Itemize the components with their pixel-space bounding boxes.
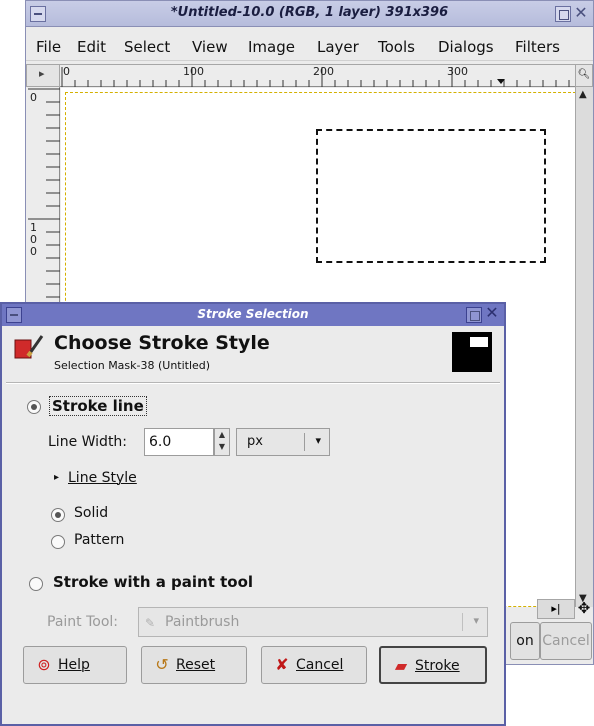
dialog-heading: Choose Stroke Style bbox=[54, 332, 270, 354]
stroke-button-label: Stroke bbox=[415, 658, 460, 674]
vruler-label-3: 0 bbox=[30, 245, 37, 258]
unit-select-value: px bbox=[247, 434, 263, 449]
menu-tools[interactable]: Tools bbox=[378, 38, 415, 56]
menu-edit[interactable]: Edit bbox=[77, 38, 106, 56]
stroke-paint-tool-label[interactable]: Stroke with a paint tool bbox=[53, 573, 253, 591]
menu-file[interactable]: File bbox=[36, 38, 61, 56]
stroke-paint-tool-radio[interactable] bbox=[29, 577, 43, 591]
image-window-title: *Untitled-10.0 (RGB, 1 layer) 391x396 bbox=[170, 5, 449, 20]
solid-label[interactable]: Solid bbox=[74, 505, 108, 521]
stroke-button[interactable]: ▰ Stroke bbox=[379, 646, 487, 684]
dialog-title: Stroke Selection bbox=[197, 307, 309, 321]
line-width-input[interactable]: 6.0 bbox=[144, 428, 214, 456]
menu-image[interactable]: Image bbox=[248, 38, 295, 56]
help-button-label: Help bbox=[58, 657, 90, 673]
paintbrush-icon: ✎ bbox=[145, 616, 156, 630]
stroke-line-label[interactable]: Stroke line bbox=[49, 396, 147, 416]
vertical-scrollbar[interactable]: ▲ ▼ bbox=[575, 87, 593, 607]
solid-radio[interactable] bbox=[51, 508, 65, 522]
line-style-expander[interactable]: Line Style bbox=[68, 470, 137, 486]
ok-button-partial[interactable]: on bbox=[510, 622, 540, 660]
menu-select[interactable]: Select bbox=[124, 38, 170, 56]
stroke-brush-icon bbox=[14, 335, 44, 359]
dialog-titlebar[interactable]: Stroke Selection ✕ bbox=[2, 304, 504, 326]
close-icon[interactable]: ✕ bbox=[573, 5, 589, 22]
header-separator bbox=[6, 382, 500, 384]
reset-button-label: Reset bbox=[176, 657, 216, 673]
paint-tool-label: Paint Tool: bbox=[47, 614, 119, 630]
dialog-menu-icon[interactable] bbox=[6, 307, 22, 323]
quick-mask-toggle[interactable] bbox=[26, 64, 60, 87]
line-width-label: Line Width: bbox=[48, 434, 128, 450]
selection-preview bbox=[452, 332, 492, 372]
stroke-brush-icon: ▰ bbox=[394, 656, 408, 675]
menubar: File Edit Select View Image Layer Tools … bbox=[26, 27, 593, 61]
zoom-icon[interactable]: 🔍︎ bbox=[575, 64, 593, 87]
help-button[interactable]: ⊚ Help bbox=[23, 646, 127, 684]
hruler-label-200: 200 bbox=[313, 65, 334, 78]
reset-button[interactable]: ↺ Reset bbox=[141, 646, 247, 684]
chevron-down-icon: ▾ bbox=[473, 614, 479, 627]
cancel-button[interactable]: ✘ Cancel bbox=[261, 646, 367, 684]
horizontal-ruler[interactable]: 0 100 200 300 bbox=[60, 64, 577, 87]
unit-select-divider bbox=[304, 433, 305, 451]
paint-tool-select-value: Paintbrush bbox=[165, 614, 240, 630]
menu-layer[interactable]: Layer bbox=[317, 38, 359, 56]
stroke-line-radio[interactable] bbox=[27, 400, 41, 414]
dialog-header: Choose Stroke Style Selection Mask-38 (U… bbox=[2, 326, 504, 382]
menu-view[interactable]: View bbox=[192, 38, 228, 56]
hruler-label-100: 100 bbox=[183, 65, 204, 78]
reset-icon: ↺ bbox=[155, 655, 169, 674]
vruler-label-0: 0 bbox=[30, 91, 37, 104]
cancel-button-label: Cancel bbox=[296, 657, 344, 673]
line-width-stepper[interactable]: ▲ ▼ bbox=[214, 428, 230, 456]
dialog-subheading: Selection Mask-38 (Untitled) bbox=[54, 359, 211, 372]
image-window-titlebar[interactable]: *Untitled-10.0 (RGB, 1 layer) 391x396 ✕ bbox=[26, 1, 593, 27]
menu-dialogs[interactable]: Dialogs bbox=[438, 38, 494, 56]
dialog-close-icon[interactable]: ✕ bbox=[484, 305, 500, 322]
expander-arrow-icon[interactable]: ▸ bbox=[54, 472, 59, 483]
paint-tool-select-divider bbox=[462, 613, 463, 631]
help-lifebuoy-icon: ⊚ bbox=[37, 655, 51, 674]
paint-tool-select[interactable]: ✎ Paintbrush ▾ bbox=[138, 607, 488, 637]
selection-marquee bbox=[316, 129, 546, 263]
chevron-down-icon: ▾ bbox=[315, 434, 321, 447]
cancel-button-background[interactable]: Cancel bbox=[540, 622, 592, 660]
hruler-label-300: 300 bbox=[447, 65, 468, 78]
cancel-x-icon: ✘ bbox=[275, 655, 289, 674]
stroke-selection-dialog: Stroke Selection ✕ Choose Stroke Style S… bbox=[0, 302, 506, 726]
dialog-maximize-icon[interactable] bbox=[466, 307, 482, 323]
scroll-right-icon[interactable]: ▸| bbox=[537, 599, 575, 619]
pattern-label[interactable]: Pattern bbox=[74, 532, 124, 548]
pattern-radio[interactable] bbox=[51, 535, 65, 549]
hruler-label-0: 0 bbox=[63, 65, 70, 78]
navigate-icon[interactable]: ✥ bbox=[575, 599, 593, 619]
window-menu-icon[interactable] bbox=[30, 6, 46, 22]
unit-select[interactable]: px ▾ bbox=[236, 428, 330, 456]
maximize-icon[interactable] bbox=[555, 6, 571, 22]
menu-filters[interactable]: Filters bbox=[515, 38, 560, 56]
scroll-up-icon[interactable]: ▲ bbox=[579, 89, 587, 100]
